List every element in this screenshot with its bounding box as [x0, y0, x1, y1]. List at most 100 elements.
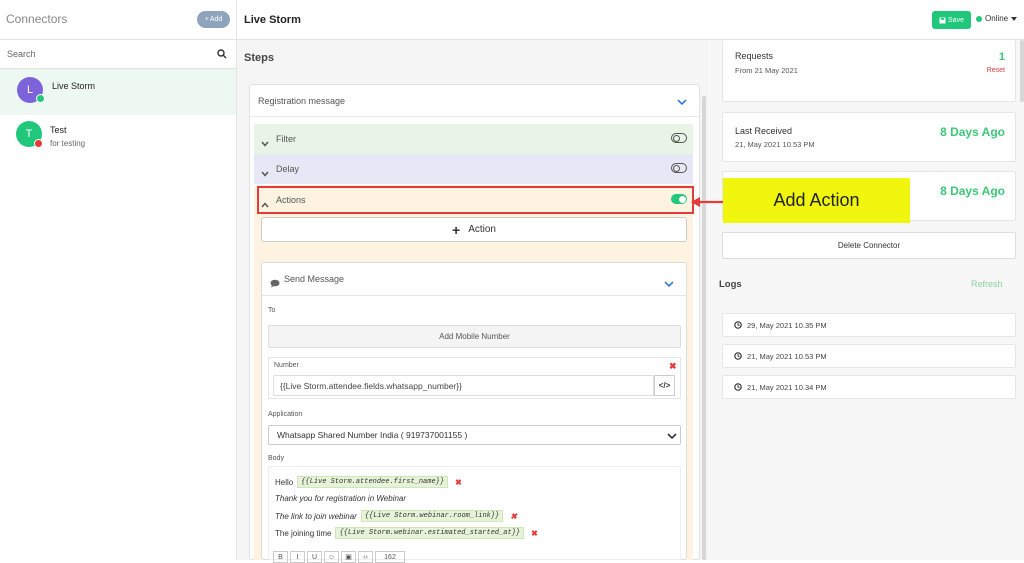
log-item[interactable]: 29, May 2021 10.35 PM: [722, 313, 1016, 337]
steps-scrollbar[interactable]: [702, 96, 706, 560]
chevron-down-icon[interactable]: [664, 275, 676, 288]
filter-step[interactable]: Filter: [254, 124, 693, 154]
filter-toggle[interactable]: [671, 133, 687, 143]
requests-sub: From 21 May 2021: [735, 66, 798, 75]
add-action-button[interactable]: + Action: [261, 217, 687, 242]
italic-button[interactable]: I: [290, 551, 305, 563]
comment-icon: [270, 275, 280, 288]
remove-tag-icon[interactable]: ✖: [531, 529, 538, 538]
chevron-down-icon: [666, 430, 678, 442]
log-item[interactable]: 21, May 2021 10.53 PM: [722, 344, 1016, 368]
body-line: Thank you for registration in Webinar: [275, 494, 406, 503]
last-received-card: Last Received 21, May 2021 10.53 PM 8 Da…: [722, 112, 1016, 162]
add-connector-button[interactable]: + Add: [197, 11, 230, 28]
delay-label: Delay: [276, 164, 300, 174]
clock-icon: [734, 321, 742, 329]
last-received-value: 8 Days Ago: [940, 125, 1005, 139]
requests-value: 1: [998, 51, 1005, 63]
chevron-down-icon[interactable]: [261, 164, 271, 177]
to-label: To: [268, 307, 276, 314]
editor-toolbar: B I U ☺ ▣ ‹› 162: [273, 551, 413, 563]
clock-icon: [734, 352, 742, 360]
emoji-icon[interactable]: ☺: [324, 551, 339, 563]
clock-icon: [734, 383, 742, 391]
body-text: Hello: [275, 477, 294, 487]
connector-name: Test: [50, 125, 67, 135]
online-dot: [976, 15, 982, 22]
delay-toggle[interactable]: [671, 163, 687, 173]
sidebar-title: Connectors: [6, 12, 68, 26]
status-label: Online: [985, 14, 1009, 23]
add-action-callout: Add Action: [723, 178, 910, 223]
page-title: Live Storm: [244, 14, 301, 26]
delay-step[interactable]: Delay: [254, 154, 693, 184]
add-connector-label: Add: [209, 16, 223, 23]
body-line: The link to join webinar {{Live Storm.we…: [275, 510, 517, 522]
variable-tag[interactable]: {{Live Storm.webinar.estimated_started_a…: [335, 527, 525, 539]
body-text: Thank you for registration in Webinar: [275, 494, 407, 503]
connector-item-live-storm[interactable]: L Live Storm: [0, 69, 236, 115]
stats-scrollbar[interactable]: [1020, 40, 1024, 102]
search-icon[interactable]: [215, 47, 229, 61]
underline-button[interactable]: U: [307, 551, 322, 563]
header-actions: Save Online: [708, 0, 1024, 40]
add-action-label: Action: [468, 224, 496, 235]
steps-title: Steps: [244, 52, 274, 64]
refresh-link[interactable]: Refresh: [971, 279, 1003, 289]
connector-description: for testing: [50, 139, 86, 148]
trigger-label: Registration message: [258, 96, 346, 106]
sidebar-header: Connectors + Add: [0, 0, 236, 40]
save-button[interactable]: Save: [932, 11, 971, 29]
bold-button[interactable]: B: [273, 551, 288, 563]
filter-label: Filter: [276, 134, 296, 144]
log-timestamp: 29, May 2021 10.35 PM: [747, 320, 827, 330]
body-line: Hello {{Live Storm.attendee.first_name}}…: [275, 476, 462, 488]
connector-item-test[interactable]: T Test for testing: [0, 115, 236, 161]
logs-title: Logs: [719, 279, 742, 290]
send-message-header[interactable]: Send Message: [262, 263, 686, 296]
third-stat-value: 8 Days Ago: [940, 184, 1005, 198]
image-icon[interactable]: ▣: [341, 551, 356, 563]
variable-tag[interactable]: {{Live Storm.webinar.room_link}}: [360, 510, 504, 522]
remove-tag-icon[interactable]: ✖: [510, 512, 517, 521]
delete-connector-button[interactable]: Delete Connector: [722, 232, 1016, 259]
code-icon[interactable]: </>: [654, 375, 675, 396]
requests-label: Requests: [735, 51, 774, 61]
caret-down-icon: [1011, 16, 1018, 21]
chevron-down-icon[interactable]: [676, 96, 688, 108]
requests-card: Requests From 21 May 2021 1 Reset: [722, 40, 1016, 102]
application-label: Application: [268, 411, 303, 418]
last-received-label: Last Received: [735, 126, 793, 136]
log-timestamp: 21, May 2021 10.53 PM: [747, 351, 827, 361]
callout-arrow: [691, 197, 723, 207]
save-icon: [939, 17, 946, 23]
number-input[interactable]: {{Live Storm.attendee.fields.whatsapp_nu…: [273, 375, 654, 396]
application-value: Whatsapp Shared Number India ( 919737001…: [277, 430, 468, 440]
chevron-down-icon[interactable]: [261, 134, 271, 147]
send-message-title: Send Message: [284, 274, 345, 284]
connector-name: Live Storm: [52, 81, 96, 91]
body-line: The joining time {{Live Storm.webinar.es…: [275, 527, 538, 539]
log-timestamp: 21, May 2021 10.34 PM: [747, 382, 827, 392]
application-select[interactable]: Whatsapp Shared Number India ( 919737001…: [268, 425, 681, 445]
highlight-box: [257, 186, 694, 214]
plus-icon: +: [204, 16, 209, 23]
add-mobile-number-button[interactable]: Add Mobile Number: [268, 325, 681, 348]
variable-tag[interactable]: {{Live Storm.attendee.first_name}}: [297, 476, 449, 488]
log-item[interactable]: 21, May 2021 10.34 PM: [722, 375, 1016, 399]
trigger-header[interactable]: Registration message: [250, 85, 699, 117]
search-bar: [0, 40, 236, 69]
body-text: The link to join webinar: [275, 511, 357, 521]
code-icon[interactable]: ‹›: [358, 551, 373, 563]
body-text: The joining time: [275, 528, 332, 538]
plus-icon: +: [452, 221, 461, 238]
status-dropdown[interactable]: Online: [976, 14, 1018, 23]
reset-link[interactable]: Reset: [987, 67, 1005, 74]
char-count: 162: [375, 551, 405, 563]
body-label: Body: [268, 455, 284, 462]
remove-tag-icon[interactable]: ✖: [455, 478, 462, 487]
search-input[interactable]: [0, 40, 210, 68]
remove-number-icon[interactable]: ✖: [669, 361, 677, 372]
number-label: Number: [274, 362, 299, 369]
save-label: Save: [948, 16, 964, 24]
